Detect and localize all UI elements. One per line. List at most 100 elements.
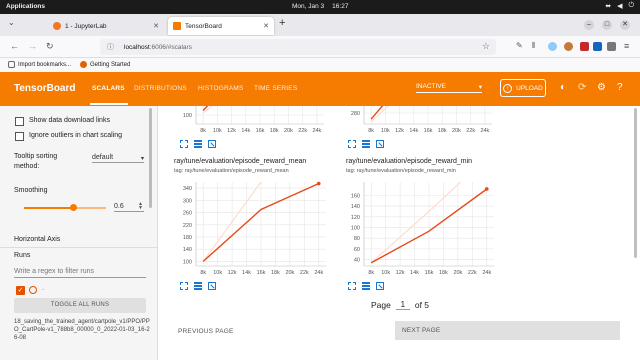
toggle-log-scale-icon[interactable] xyxy=(194,282,202,290)
toggle-log-scale-icon[interactable] xyxy=(194,140,202,148)
back-icon[interactable]: ← xyxy=(10,41,19,51)
clock-date: Mon, Jan 3 xyxy=(292,3,325,10)
runs-label: Runs xyxy=(14,252,31,259)
close-tab-icon[interactable]: ✕ xyxy=(153,22,159,30)
expand-icon[interactable] xyxy=(180,282,188,290)
fit-domain-icon[interactable] xyxy=(376,140,384,148)
chart-toolbar xyxy=(180,282,216,290)
dark-mode-icon[interactable]: ◐ xyxy=(560,82,566,93)
bookmark-star-icon[interactable]: ☆ xyxy=(482,41,490,52)
library-icon[interactable]: ⫴ xyxy=(532,41,535,51)
x-tick-label: 10k xyxy=(213,270,222,276)
bookmark-getting-started[interactable]: Getting Started xyxy=(80,61,130,68)
tab-scalars[interactable]: SCALARS xyxy=(92,85,125,92)
minimize-window-icon[interactable]: – xyxy=(584,20,594,30)
x-tick-label: 10k xyxy=(213,128,222,134)
fit-domain-icon[interactable] xyxy=(208,282,216,290)
active-tab-indicator xyxy=(90,103,128,105)
url-bar[interactable]: ⓘ localhost:6006/#scalars ☆ xyxy=(100,39,496,55)
sidebar-scrollbar[interactable] xyxy=(149,108,152,208)
fit-domain-icon[interactable] xyxy=(376,282,384,290)
tab-distributions[interactable]: DISTRIBUTIONS xyxy=(134,85,187,92)
x-tick-label: 16k xyxy=(424,128,433,134)
close-window-icon[interactable]: ✕ xyxy=(620,20,630,30)
tensorboard-brand[interactable]: TensorBoard xyxy=(14,83,76,94)
tab-jupyterlab[interactable]: 1 - JupyterLab ✕ xyxy=(48,17,164,35)
forward-icon[interactable]: → xyxy=(28,41,37,51)
browser-tab-strip: ⌄ 1 - JupyterLab ✕ TensorBoard ✕ + – □ ✕ xyxy=(0,14,640,36)
download-icon[interactable] xyxy=(548,42,557,51)
settings-gear-icon[interactable]: ⚙ xyxy=(597,82,606,93)
chart-tag: tag: ray/tune/evaluation/episode_reward_… xyxy=(174,168,289,174)
toggle-log-scale-icon[interactable] xyxy=(362,282,370,290)
x-tick-label: 14k xyxy=(242,270,251,276)
help-icon[interactable]: ? xyxy=(617,82,623,93)
fit-domain-icon[interactable] xyxy=(208,140,216,148)
bookmark-import[interactable]: Import bookmarks... xyxy=(8,61,71,68)
tab-time-series[interactable]: TIME SERIES xyxy=(254,85,297,92)
x-tick-label: 20k xyxy=(285,270,294,276)
extension-puzzle-icon[interactable] xyxy=(607,42,616,51)
clock[interactable]: Mon, Jan 3 16:27 xyxy=(292,3,348,10)
expand-icon[interactable] xyxy=(348,140,356,148)
close-tab-icon[interactable]: ✕ xyxy=(263,22,269,30)
y-tick-label: 80 xyxy=(354,236,360,242)
runs-filter-input[interactable]: Write a regex to filter runs xyxy=(14,268,146,278)
applications-menu[interactable]: Applications xyxy=(6,3,45,10)
volume-icon: ◀ xyxy=(617,3,623,10)
dropdown-caret-icon: ▾ xyxy=(478,84,482,91)
y-tick-label: 100 xyxy=(183,113,192,119)
chart-svg: 8k 10k 12k 14k 16k 18k 20k 22k 24k 100 xyxy=(183,106,324,134)
y-tick-label: 260 xyxy=(183,211,192,217)
new-tab-icon[interactable]: + xyxy=(279,17,285,29)
toggle-all-runs-button[interactable]: TOGGLE ALL RUNS xyxy=(14,298,146,313)
tab-histograms[interactable]: HISTOGRAMS xyxy=(198,85,244,92)
chart-title: ray/tune/evaluation/episode_reward_mean xyxy=(174,158,307,165)
x-tick-label: 22k xyxy=(466,128,475,134)
y-tick-label: 180 xyxy=(183,235,192,241)
tab-tensorboard[interactable]: TensorBoard ✕ xyxy=(168,17,274,35)
page-number-input[interactable]: 1 xyxy=(395,300,410,310)
ignore-outliers-checkbox[interactable] xyxy=(15,132,24,141)
x-tick-label: 16k xyxy=(256,128,265,134)
toggle-log-scale-icon[interactable] xyxy=(362,140,370,148)
x-tick-label: 18k xyxy=(270,128,279,134)
reload-data-icon[interactable]: ⟳ xyxy=(578,82,586,93)
x-tick-label: 22k xyxy=(298,128,307,134)
app-menu-icon[interactable]: ≡ xyxy=(624,41,629,51)
x-tick-label: 8k xyxy=(200,270,206,276)
smoothing-input[interactable]: 0.6 ▲ ▼ xyxy=(114,202,144,212)
y-tick-label: 140 xyxy=(183,247,192,253)
reload-icon[interactable]: ↻ xyxy=(46,41,54,52)
y-tick-label: 340 xyxy=(183,186,192,192)
previous-page-button[interactable]: PREVIOUS PAGE xyxy=(178,328,234,335)
chart-card-top-right: 8k 10k 12k 14k 16k 18k 20k 22k 24k 280 xyxy=(340,106,500,136)
upload-button[interactable]: ↑ UPLOAD xyxy=(500,79,546,97)
expand-icon[interactable] xyxy=(180,140,188,148)
smoothing-slider-thumb[interactable] xyxy=(70,204,77,211)
spinner-icon[interactable]: ▲ ▼ xyxy=(138,202,143,211)
run-checkbox[interactable]: ✓ xyxy=(16,286,25,295)
extension-shield-icon[interactable] xyxy=(580,42,589,51)
system-top-bar: Applications Mon, Jan 3 16:27 ⬌ ◀ ⏻ xyxy=(0,0,640,14)
run-color-icon[interactable] xyxy=(29,286,37,294)
extension-s-icon[interactable] xyxy=(593,42,602,51)
x-tick-label: 14k xyxy=(241,128,250,134)
chart-toolbar xyxy=(180,140,216,148)
x-tick-label: 14k xyxy=(410,270,419,276)
tooltip-sorting-select[interactable]: default ▾ xyxy=(92,154,144,163)
main-scrollbar[interactable] xyxy=(634,108,637,258)
scalars-main: 8k 10k 12k 14k 16k 18k 20k 22k 24k 100 8k 10k 12k 14… xyxy=(158,106,640,360)
expand-icon[interactable] xyxy=(348,282,356,290)
run-status-select[interactable]: INACTIVE ▾ xyxy=(416,83,482,93)
x-tick-label: 10k xyxy=(381,270,390,276)
maximize-window-icon[interactable]: □ xyxy=(602,20,612,30)
tab-list-icon[interactable]: ⌄ xyxy=(8,18,15,27)
system-tray[interactable]: ⬌ ◀ ⏻ xyxy=(605,2,634,10)
x-tick-label: 10k xyxy=(381,128,390,134)
next-page-button[interactable]: NEXT PAGE xyxy=(395,321,620,340)
wrench-icon[interactable]: ✎ xyxy=(516,41,523,50)
show-download-links-checkbox[interactable] xyxy=(15,117,24,126)
last-point-marker xyxy=(316,181,321,186)
extension-cookie-icon[interactable] xyxy=(564,42,573,51)
